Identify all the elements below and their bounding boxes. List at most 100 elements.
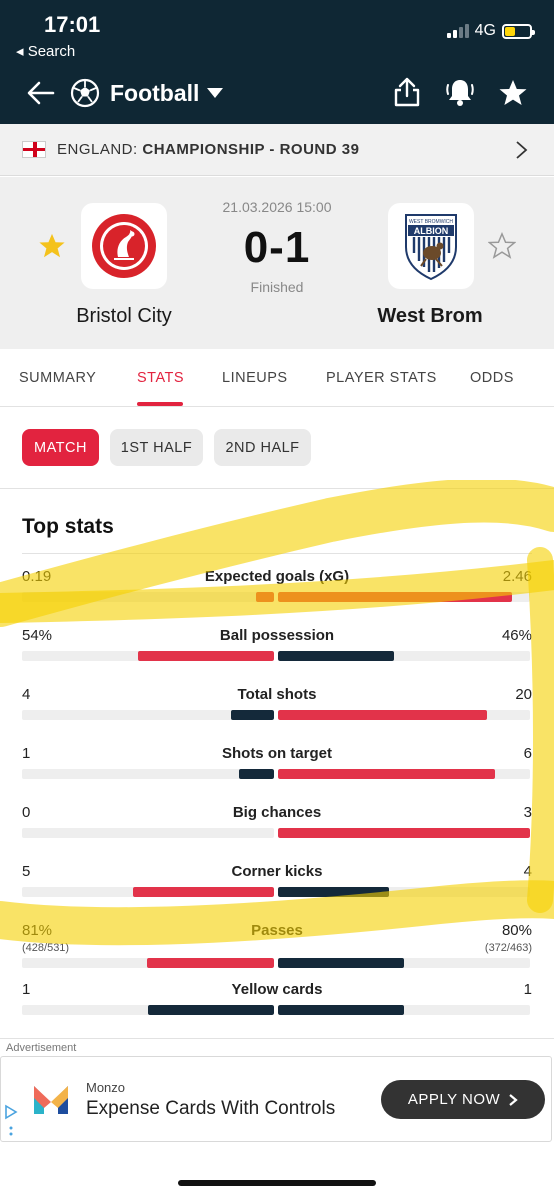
period-2nd-half-chip[interactable]: 2ND HALF — [214, 429, 311, 466]
stat-away-value: 1 — [523, 981, 532, 998]
period-match-chip[interactable]: MATCH — [22, 429, 99, 466]
period-selector: MATCH 1ST HALF 2ND HALF — [0, 408, 554, 489]
stat-away-bar — [278, 887, 389, 897]
signal-icon — [446, 24, 469, 38]
star-icon[interactable] — [498, 78, 528, 108]
stat-home-detail: (428/531) — [22, 942, 70, 954]
stat-away-bar — [278, 1005, 404, 1015]
stat-row: 54% Ball possession 46% — [22, 627, 532, 677]
match-status: Finished — [250, 279, 304, 295]
stat-away-bar — [278, 651, 394, 661]
stat-away-value: 46% — [501, 627, 532, 644]
favourite-away-star-icon[interactable] — [488, 232, 516, 260]
adchoices-icon[interactable] — [4, 1104, 18, 1138]
monzo-logo-icon — [34, 1086, 68, 1114]
stat-away-value: 6 — [523, 745, 532, 762]
tab-summary[interactable]: SUMMARY — [19, 370, 96, 386]
stat-home-bar — [148, 1005, 274, 1015]
stat-label: Expected goals (xG) — [204, 568, 350, 585]
stat-label: Total shots — [237, 686, 317, 703]
league-competition: CHAMPIONSHIP - ROUND 39 — [142, 141, 360, 158]
stat-away-bar — [278, 958, 404, 968]
stat-label: Big chances — [232, 804, 322, 821]
sport-title[interactable]: Football — [110, 80, 199, 107]
chevron-down-icon[interactable] — [207, 88, 223, 98]
top-bar: 17:01 ◂ Search 4G Football — [0, 0, 554, 124]
stat-away-bar — [278, 592, 512, 602]
stat-home-bar — [231, 710, 274, 720]
apply-now-button[interactable]: APPLY NOW — [381, 1080, 545, 1119]
stat-home-bar-track — [22, 828, 274, 838]
stat-away-bar-track — [278, 958, 530, 968]
stat-home-bar-track — [22, 710, 274, 720]
ad-label: Advertisement — [6, 1042, 77, 1054]
league-label: ENGLAND: CHAMPIONSHIP - ROUND 39 — [57, 141, 359, 158]
battery-icon — [502, 23, 535, 39]
stat-row: 0 Big chances 3 — [22, 804, 532, 854]
home-team-name[interactable]: Bristol City — [24, 305, 224, 328]
stat-row: 81% Passes 80% (428/531) (372/463) — [22, 922, 532, 972]
match-header: WEST BROMWICH ALBION Bristol City West B… — [0, 177, 554, 349]
bell-icon[interactable] — [444, 76, 476, 108]
league-country: ENGLAND: — [57, 141, 138, 158]
stat-home-bar-track — [22, 958, 274, 968]
stat-away-value: 20 — [515, 686, 532, 703]
stat-row: 1 Yellow cards 1 — [22, 981, 532, 1031]
stat-away-value: 80% — [501, 922, 532, 939]
chevron-right-icon[interactable] — [512, 140, 530, 160]
stat-home-bar-track — [22, 769, 274, 779]
stat-home-bar-track — [22, 592, 274, 602]
ad-banner[interactable]: Monzo Expense Cards With Controls APPLY … — [0, 1056, 554, 1142]
stat-away-detail: (372/463) — [484, 942, 532, 954]
stat-home-bar — [133, 887, 274, 897]
network-label: 4G — [474, 22, 496, 39]
stat-home-bar — [147, 958, 274, 968]
stat-label: Corner kicks — [231, 863, 323, 880]
stat-label: Shots on target — [221, 745, 332, 762]
match-datetime: 21.03.2026 15:00 — [222, 199, 332, 215]
football-icon — [70, 78, 100, 108]
tab-odds[interactable]: ODDS — [470, 370, 514, 386]
bristol-city-logo-icon — [92, 214, 156, 278]
stat-home-bar — [239, 769, 274, 779]
stat-away-value: 4 — [523, 863, 532, 880]
stat-away-bar-track — [278, 828, 530, 838]
stat-away-bar — [278, 828, 530, 838]
back-arrow-icon[interactable] — [26, 78, 56, 108]
crest-text-main: ALBION — [414, 226, 449, 236]
match-score: 0-1 — [243, 223, 311, 272]
stat-away-bar-track — [278, 769, 530, 779]
home-indicator[interactable] — [178, 1180, 376, 1186]
stat-away-bar-track — [278, 651, 530, 661]
away-team-name[interactable]: West Brom — [330, 305, 530, 328]
favourite-home-star-icon[interactable] — [38, 232, 66, 260]
home-team-crest[interactable] — [81, 203, 167, 289]
period-1st-half-chip[interactable]: 1ST HALF — [110, 429, 203, 466]
stat-row: 0.19 Expected goals (xG) 2.46 — [22, 568, 532, 618]
stat-away-value: 3 — [523, 804, 532, 821]
england-flag-icon — [22, 141, 46, 158]
divider — [22, 553, 532, 554]
tab-player-stats[interactable]: PLAYER STATS — [326, 370, 437, 386]
ad-brand: Monzo — [86, 1080, 126, 1095]
tab-stats[interactable]: STATS — [137, 370, 184, 386]
back-to-search-link[interactable]: ◂ Search — [16, 42, 75, 60]
match-tabs: SUMMARY STATS LINEUPS PLAYER STATS ODDS — [0, 349, 554, 407]
stat-home-bar-track — [22, 1005, 274, 1015]
stat-away-bar-track — [278, 710, 530, 720]
stat-away-value: 2.46 — [502, 568, 532, 585]
away-team-crest[interactable]: WEST BROMWICH ALBION — [388, 203, 474, 289]
section-title: Top stats — [22, 515, 114, 538]
crest-text-top: WEST BROMWICH — [409, 219, 453, 225]
ad-divider — [0, 1038, 554, 1039]
share-icon[interactable] — [392, 76, 422, 108]
stat-label: Passes — [251, 922, 303, 939]
league-row[interactable]: ENGLAND: CHAMPIONSHIP - ROUND 39 — [0, 124, 554, 176]
ad-headline: Expense Cards With Controls — [86, 1098, 336, 1119]
apply-now-label: APPLY NOW — [407, 1091, 501, 1108]
stat-away-bar-track — [278, 887, 530, 897]
west-brom-logo-icon: WEST BROMWICH ALBION — [405, 214, 457, 281]
tab-lineups[interactable]: LINEUPS — [222, 370, 288, 386]
stat-away-bar — [278, 769, 495, 779]
stat-label: Ball possession — [219, 627, 335, 644]
